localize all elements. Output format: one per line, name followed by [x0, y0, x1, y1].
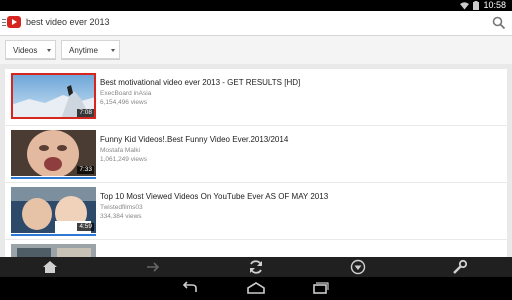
type-filter-dropdown[interactable]: Videos	[5, 40, 56, 59]
video-thumbnail[interactable]	[11, 244, 96, 257]
video-result[interactable]: 4:59 Top 10 Most Viewed Videos On YouTub…	[5, 183, 507, 239]
battery-icon	[473, 1, 480, 10]
video-channel[interactable]: Mostafa Malki	[100, 147, 140, 154]
type-filter-label: Videos	[13, 46, 38, 55]
video-views: 6,154,496 views	[100, 99, 147, 106]
refresh-icon[interactable]	[248, 259, 264, 275]
video-result[interactable]: 7:33 Funny Kid Videos!.Best Funny Video …	[5, 126, 507, 182]
video-duration: 4:59	[77, 223, 94, 231]
time-filter-label: Anytime	[69, 46, 98, 55]
video-title[interactable]: Best motivational video ever 2013 - GET …	[100, 78, 500, 87]
recent-apps-icon[interactable]	[311, 281, 329, 295]
app-bar: best video ever 2013	[0, 11, 512, 36]
watch-progress-bar	[11, 234, 96, 236]
forward-arrow-icon[interactable]	[145, 259, 161, 275]
home-icon[interactable]	[42, 259, 58, 275]
home-outline-icon[interactable]	[246, 281, 266, 295]
video-result[interactable]: 7:08 Best motivational video ever 2013 -…	[5, 69, 507, 125]
menu-icon[interactable]	[2, 19, 6, 28]
wrench-icon[interactable]	[452, 259, 468, 275]
watch-progress-bar	[11, 177, 96, 179]
video-duration: 7:08	[77, 109, 94, 117]
dropdown-arrow-icon	[111, 49, 115, 52]
filter-bar: Videos Anytime	[0, 36, 512, 64]
download-icon[interactable]	[350, 259, 366, 275]
watch-progress-fill	[11, 234, 96, 236]
video-channel[interactable]: ExecBoard inAsia	[100, 90, 151, 97]
video-views: 1,061,249 views	[100, 156, 147, 163]
video-thumbnail[interactable]: 7:33	[11, 130, 96, 176]
status-time: 10:58	[483, 0, 506, 10]
youtube-logo-icon[interactable]	[7, 16, 21, 28]
watch-progress-fill	[11, 177, 96, 179]
video-result[interactable]	[5, 240, 507, 257]
search-icon[interactable]	[492, 16, 506, 30]
time-filter-dropdown[interactable]: Anytime	[61, 40, 120, 59]
video-duration: 7:33	[77, 166, 94, 174]
dropdown-arrow-icon	[47, 49, 51, 52]
status-bar: 10:58	[0, 0, 512, 11]
wifi-icon	[460, 1, 470, 9]
results-list: 7:08 Best motivational video ever 2013 -…	[0, 64, 512, 257]
back-icon[interactable]	[182, 281, 200, 295]
system-navigation-bar	[0, 277, 512, 300]
video-title[interactable]: Top 10 Most Viewed Videos On YouTube Eve…	[100, 192, 500, 201]
video-thumbnail[interactable]: 4:59	[11, 187, 96, 233]
video-channel[interactable]: Twistedfilms03	[100, 204, 143, 211]
video-title[interactable]: Funny Kid Videos!.Best Funny Video Ever.…	[100, 135, 500, 144]
video-views: 334,384 views	[100, 213, 142, 220]
search-query[interactable]: best video ever 2013	[26, 17, 110, 27]
video-thumbnail[interactable]: 7:08	[11, 73, 96, 119]
browser-toolbar	[0, 257, 512, 277]
